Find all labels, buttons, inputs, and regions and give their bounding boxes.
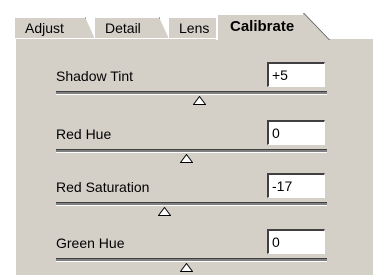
triangle-up-icon [193, 96, 207, 105]
tab-calibrate[interactable]: Calibrate [216, 13, 304, 40]
tab-adjust[interactable]: Adjust [14, 17, 86, 39]
tab-detail[interactable]: Detail [94, 17, 160, 39]
red-saturation-field[interactable] [267, 173, 325, 198]
shadow-tint-label: Shadow Tint [56, 68, 134, 84]
tab-lens[interactable]: Lens [168, 17, 219, 39]
triangle-up-icon [179, 263, 193, 272]
red-hue-field[interactable] [267, 120, 325, 145]
red-hue-label: Red Hue [56, 126, 112, 142]
shadow-tint-slider-thumb[interactable] [193, 96, 207, 105]
green-hue-control: Green Hue [52, 229, 342, 275]
triangle-up-icon [179, 154, 193, 163]
shadow-tint-slider-track[interactable] [56, 91, 327, 95]
camera-raw-dialog: Adjust Detail Lens Calibrate Shadow Tint… [14, 13, 373, 275]
red-hue-control: Red Hue [52, 120, 342, 174]
red-hue-slider-thumb[interactable] [179, 154, 193, 163]
tab-strip: Adjust Detail Lens Calibrate [14, 13, 373, 40]
triangle-up-icon [157, 207, 171, 216]
green-hue-slider-track[interactable] [56, 258, 327, 262]
red-hue-slider-track[interactable] [56, 149, 327, 153]
shadow-tint-control: Shadow Tint [52, 62, 342, 116]
red-saturation-slider-thumb[interactable] [157, 207, 171, 216]
calibrate-panel: Shadow Tint Red Hue Red Saturation Gre [14, 38, 373, 275]
shadow-tint-field[interactable] [267, 62, 325, 87]
green-hue-slider-thumb[interactable] [179, 263, 193, 272]
red-saturation-slider-track[interactable] [56, 202, 327, 206]
red-saturation-control: Red Saturation [52, 173, 342, 227]
green-hue-field[interactable] [267, 229, 325, 254]
red-saturation-label: Red Saturation [56, 179, 150, 195]
green-hue-label: Green Hue [56, 235, 125, 251]
